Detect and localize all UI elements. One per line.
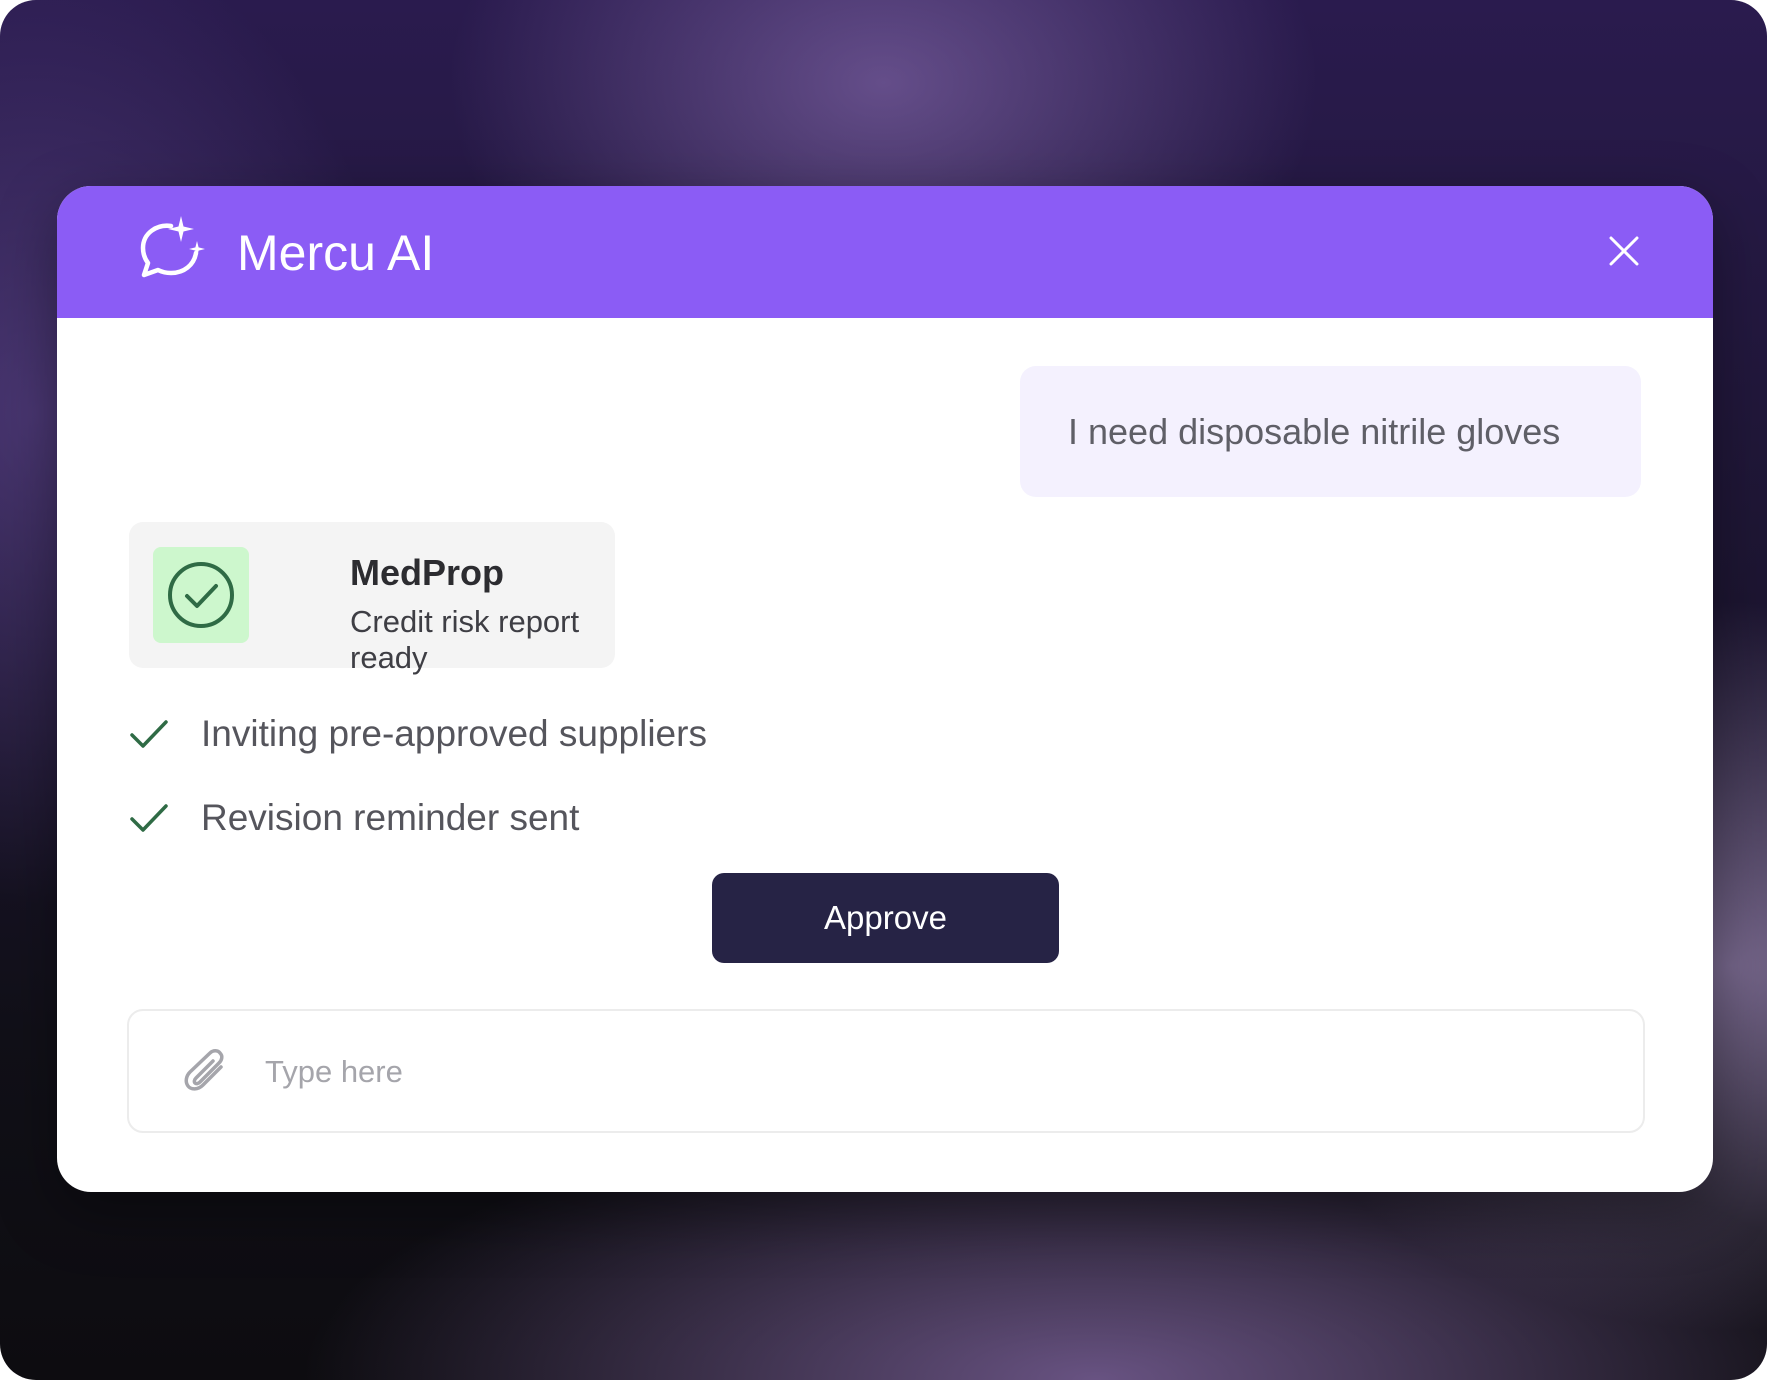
checkmark-icon xyxy=(130,804,168,832)
assistant-dialog: Mercu AI I need disposable nitrile glove… xyxy=(57,186,1713,1192)
status-card: MedProp Credit risk report ready xyxy=(129,522,615,675)
message-input[interactable] xyxy=(263,1041,1567,1103)
paperclip-icon[interactable] xyxy=(183,1047,231,1099)
chat-sparkle-icon xyxy=(140,216,205,278)
step-label: Inviting pre-approved suppliers xyxy=(201,713,707,754)
dialog-title: Mercu AI xyxy=(237,225,435,281)
card-name: MedProp xyxy=(350,552,505,593)
dialog-header: Mercu AI xyxy=(57,186,1713,318)
approve-button[interactable]: Approve xyxy=(712,873,1059,963)
step-item: Revision reminder sent xyxy=(129,793,579,843)
step-item: Inviting pre-approved suppliers xyxy=(129,709,707,759)
message-composer xyxy=(127,1009,1645,1133)
status-badge xyxy=(153,547,249,643)
step-label: Revision reminder sent xyxy=(201,797,580,838)
check-circle-icon xyxy=(168,562,234,628)
user-message-bubble: I need disposable nitrile gloves xyxy=(1020,366,1641,497)
checkmark-icon xyxy=(130,720,168,748)
close-icon[interactable] xyxy=(1607,234,1641,268)
card-subtitle: Credit risk report ready xyxy=(350,604,580,675)
user-message-text: I need disposable nitrile gloves xyxy=(1068,410,1561,452)
